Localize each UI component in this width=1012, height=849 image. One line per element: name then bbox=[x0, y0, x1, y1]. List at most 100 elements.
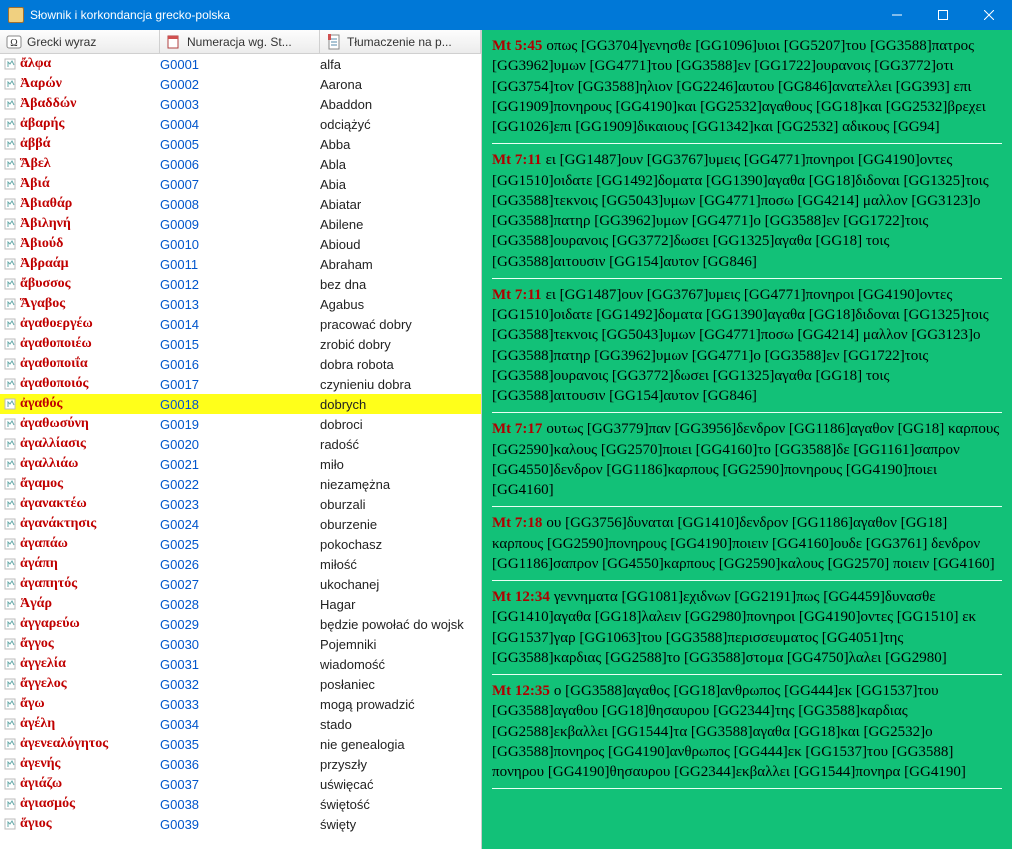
verse-divider bbox=[492, 278, 1002, 279]
cell-greek: Ἀβαδδών bbox=[0, 96, 160, 112]
cell-greek: ἀγάπη bbox=[0, 556, 160, 572]
dictionary-row[interactable]: ἍγαβοςG0013Agabus bbox=[0, 294, 481, 314]
greek-word: ἄγγελος bbox=[20, 676, 67, 692]
dictionary-row[interactable]: ἀγενεαλόγητοςG0035nie genealogia bbox=[0, 734, 481, 754]
greek-word: ἀγαθοποιΐα bbox=[20, 356, 88, 372]
dictionary-row[interactable]: ἄγγοςG0030Pojemniki bbox=[0, 634, 481, 654]
dictionary-row[interactable]: ἄλφαG0001alfa bbox=[0, 54, 481, 74]
cell-translation: stado bbox=[320, 717, 481, 732]
window-title: Słownik i korkondancja grecko-polska bbox=[30, 8, 874, 22]
dictionary-row[interactable]: ἀγαθόςG0018dobrych bbox=[0, 394, 481, 414]
dictionary-rows[interactable]: ἄλφαG0001alfaἈαρώνG0002AaronaἈβαδδώνG000… bbox=[0, 54, 481, 849]
cell-number: G0032 bbox=[160, 677, 320, 692]
minimize-button[interactable] bbox=[874, 0, 920, 30]
dictionary-row[interactable]: ἈβιαθάρG0008Abiatar bbox=[0, 194, 481, 214]
greek-word: ἀγέλη bbox=[20, 716, 55, 732]
dictionary-row[interactable]: ἀγανακτέωG0023oburzali bbox=[0, 494, 481, 514]
row-icon bbox=[4, 577, 18, 591]
cell-number: G0030 bbox=[160, 637, 320, 652]
dictionary-row[interactable]: ἀγάπηG0026miłość bbox=[0, 554, 481, 574]
dictionary-row[interactable]: ἄβυσσοςG0012bez dna bbox=[0, 274, 481, 294]
cell-number: G0029 bbox=[160, 617, 320, 632]
row-icon bbox=[4, 257, 18, 271]
verse-divider bbox=[492, 580, 1002, 581]
dictionary-row[interactable]: ἈβιούδG0010Abioud bbox=[0, 234, 481, 254]
dictionary-row[interactable]: ἀγαπάωG0025pokochasz bbox=[0, 534, 481, 554]
dictionary-row[interactable]: ἁγιασμόςG0038świętość bbox=[0, 794, 481, 814]
cell-greek: ἀγενεαλόγητος bbox=[0, 736, 160, 752]
dictionary-row[interactable]: ἈβιάG0007Abia bbox=[0, 174, 481, 194]
cell-translation: zrobić dobry bbox=[320, 337, 481, 352]
app-icon bbox=[8, 7, 24, 23]
row-icon bbox=[4, 757, 18, 771]
cell-greek: Ἅγαβος bbox=[0, 296, 160, 312]
dictionary-row[interactable]: ἁγιάζωG0037uświęcać bbox=[0, 774, 481, 794]
column-greek-label: Grecki wyraz bbox=[27, 35, 96, 49]
dictionary-row[interactable]: ἀγγελίαG0031wiadomość bbox=[0, 654, 481, 674]
cell-translation: Abia bbox=[320, 177, 481, 192]
dictionary-row[interactable]: ἉγάρG0028Hagar bbox=[0, 594, 481, 614]
greek-word: ἀγαθοποιός bbox=[20, 376, 88, 392]
greek-word: ἀγγαρεύω bbox=[20, 616, 80, 632]
cell-greek: ἀγαθοποιΐα bbox=[0, 356, 160, 372]
cell-number: G0031 bbox=[160, 657, 320, 672]
dictionary-row[interactable]: ἀγγαρεύωG0029będzie powołać do wojsk bbox=[0, 614, 481, 634]
greek-word: ἅγιος bbox=[20, 816, 52, 832]
svg-text:Ω: Ω bbox=[10, 38, 17, 49]
cell-greek: Ἀβιαθάρ bbox=[0, 196, 160, 212]
cell-greek: ἄβυσσος bbox=[0, 276, 160, 292]
dictionary-row[interactable]: ἀγαλλίασιςG0020radość bbox=[0, 434, 481, 454]
greek-word: ἀββά bbox=[20, 136, 50, 152]
dictionary-row[interactable]: ἄγγελοςG0032posłaniec bbox=[0, 674, 481, 694]
row-icon bbox=[4, 637, 18, 651]
cell-translation: alfa bbox=[320, 57, 481, 72]
close-button[interactable] bbox=[966, 0, 1012, 30]
cell-translation: pracować dobry bbox=[320, 317, 481, 332]
dictionary-row[interactable]: ἀγαθοποιΐαG0016dobra robota bbox=[0, 354, 481, 374]
dictionary-row[interactable]: ἄγωG0033mogą prowadzić bbox=[0, 694, 481, 714]
dictionary-row[interactable]: ἀγαλλιάωG0021miło bbox=[0, 454, 481, 474]
cell-greek: ἄγαμος bbox=[0, 476, 160, 492]
dictionary-row[interactable]: ἀββάG0005Abba bbox=[0, 134, 481, 154]
dictionary-row[interactable]: ἀβαρήςG0004odciążyć bbox=[0, 114, 481, 134]
verse-divider bbox=[492, 788, 1002, 789]
greek-word: Ἀβαδδών bbox=[20, 96, 76, 112]
book-icon bbox=[166, 34, 182, 50]
cell-number: G0027 bbox=[160, 577, 320, 592]
dictionary-row[interactable]: ἀγαθοποιόςG0017czynieniu dobra bbox=[0, 374, 481, 394]
dictionary-row[interactable]: ἈαρώνG0002Aarona bbox=[0, 74, 481, 94]
dictionary-row[interactable]: ἀγενήςG0036przyszły bbox=[0, 754, 481, 774]
dictionary-row[interactable]: ἀγαπητόςG0027ukochanej bbox=[0, 574, 481, 594]
verse-text: ουτως [GG3779]παν [GG3956]δενδρον [GG118… bbox=[492, 421, 999, 498]
dictionary-row[interactable]: ἀγαθοποιέωG0015zrobić dobry bbox=[0, 334, 481, 354]
greek-word: ἄλφα bbox=[20, 56, 51, 72]
row-icon bbox=[4, 217, 18, 231]
dictionary-row[interactable]: ἅγιοςG0039święty bbox=[0, 814, 481, 834]
dictionary-row[interactable]: ἈβαδδώνG0003Abaddon bbox=[0, 94, 481, 114]
dictionary-row[interactable]: ἀγαθωσύνηG0019dobroci bbox=[0, 414, 481, 434]
greek-word: ἀγανακτέω bbox=[20, 496, 87, 512]
cell-translation: Abilene bbox=[320, 217, 481, 232]
concordance-pane[interactable]: Mt 5:45οπως [GG3704]γενησθε [GG1096]υιοι… bbox=[482, 30, 1012, 849]
row-icon bbox=[4, 77, 18, 91]
verse-ref: Mt 12:35 bbox=[492, 683, 550, 699]
cell-greek: ἀγαθωσύνη bbox=[0, 416, 160, 432]
cell-translation: Abraham bbox=[320, 257, 481, 272]
title-bar[interactable]: Słownik i korkondancja grecko-polska bbox=[0, 0, 1012, 30]
column-number[interactable]: Numeracja wg. St... bbox=[160, 30, 320, 53]
dictionary-row[interactable]: ἄγαμοςG0022niezamężna bbox=[0, 474, 481, 494]
cell-greek: ἀγανάκτησις bbox=[0, 516, 160, 532]
cell-number: G0037 bbox=[160, 777, 320, 792]
maximize-button[interactable] bbox=[920, 0, 966, 30]
column-translation[interactable]: Tłumaczenie na p... bbox=[320, 30, 481, 53]
greek-word: Ἅγαβος bbox=[20, 296, 65, 312]
dictionary-row[interactable]: ἈβραάμG0011Abraham bbox=[0, 254, 481, 274]
cell-translation: Pojemniki bbox=[320, 637, 481, 652]
dictionary-row[interactable]: ἀγαθοεργέωG0014pracować dobry bbox=[0, 314, 481, 334]
dictionary-row[interactable]: ἀγανάκτησιςG0024oburzenie bbox=[0, 514, 481, 534]
column-greek[interactable]: Ω Grecki wyraz bbox=[0, 30, 160, 53]
dictionary-row[interactable]: ἍβελG0006Abla bbox=[0, 154, 481, 174]
cell-number: G0018 bbox=[160, 397, 320, 412]
dictionary-row[interactable]: ἀγέληG0034stado bbox=[0, 714, 481, 734]
dictionary-row[interactable]: ἈβιληνήG0009Abilene bbox=[0, 214, 481, 234]
